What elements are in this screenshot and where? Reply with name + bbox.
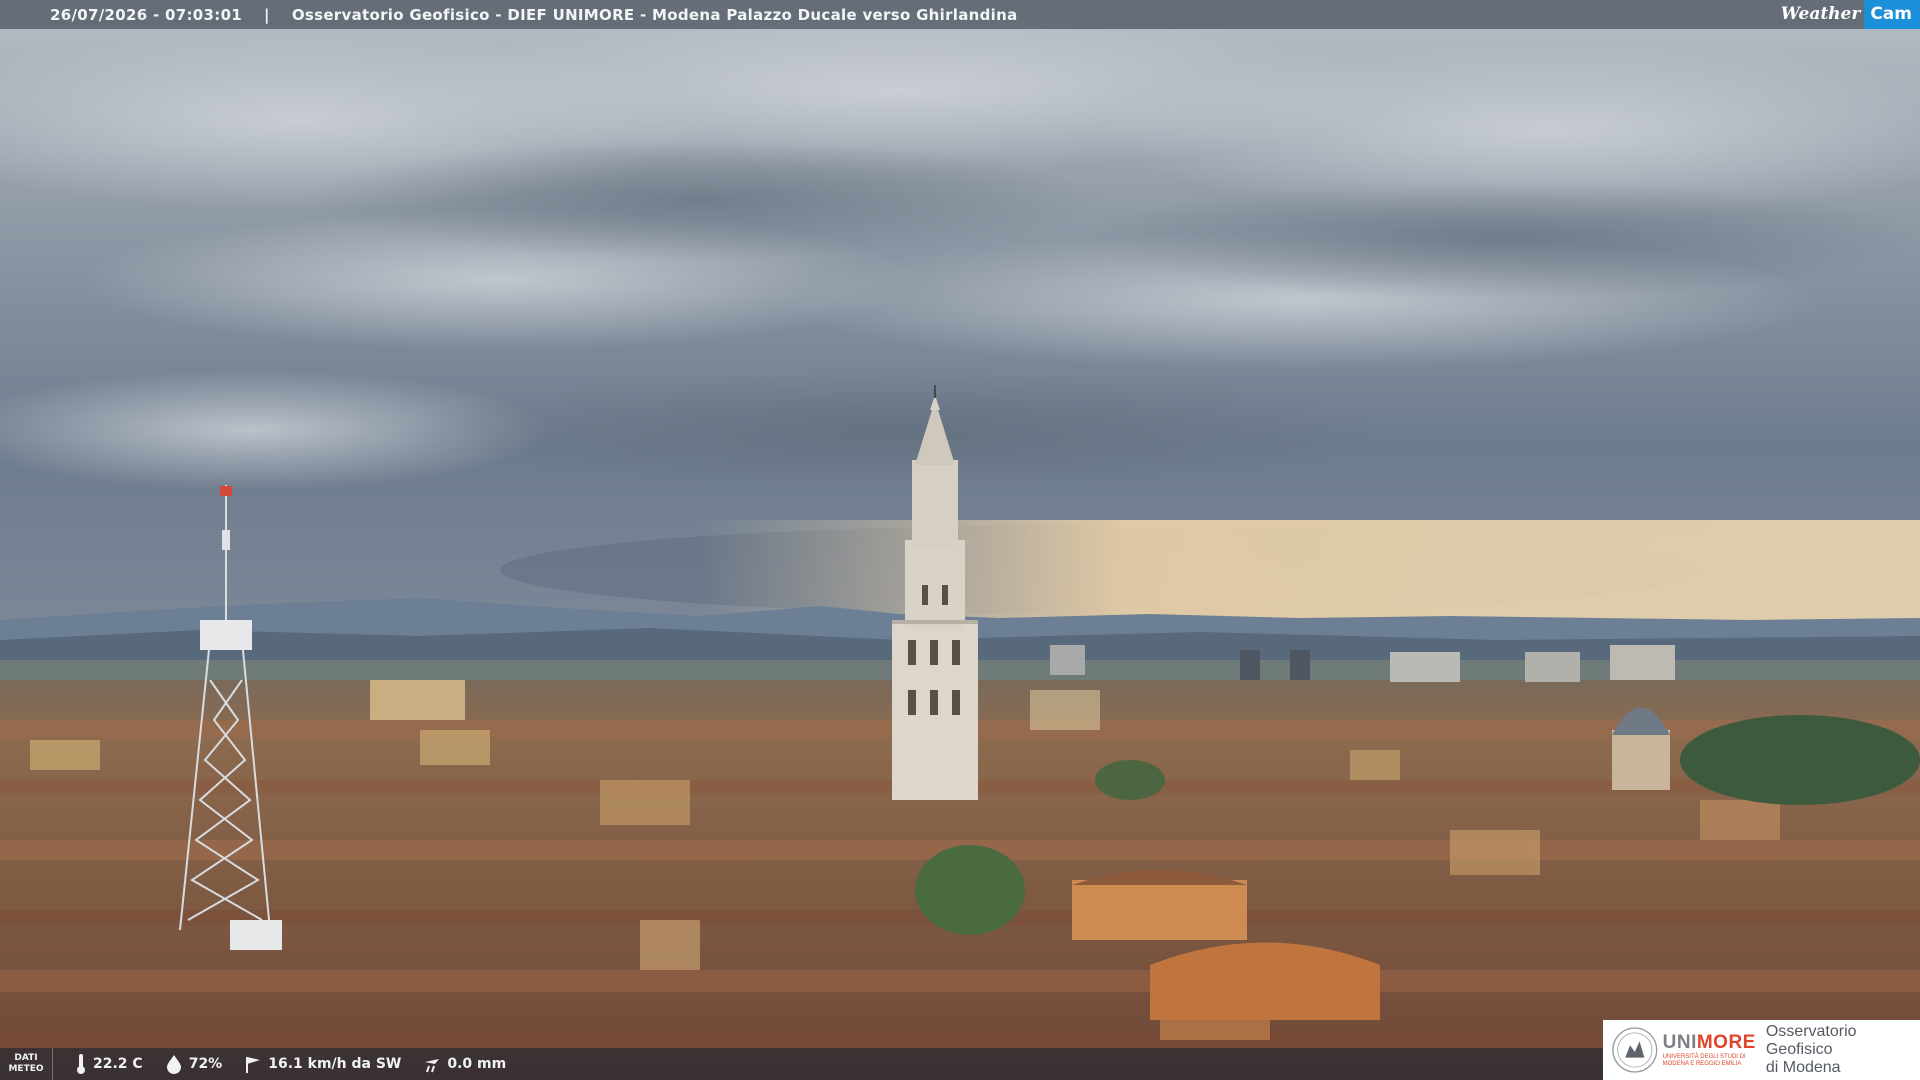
header-separator: | (264, 5, 270, 24)
wind-icon (246, 1057, 261, 1073)
unimore-name-part1: UNI (1662, 1032, 1697, 1053)
temperature-value: 22.2 C (93, 1056, 143, 1072)
meteo-tag: DATI METEO (0, 1048, 53, 1080)
location-title: Osservatorio Geofisico - DIEF UNIMORE - … (291, 5, 1018, 24)
unimore-subtitle-1: UNIVERSITÀ DEGLI STUDI DI (1662, 1054, 1746, 1060)
observatory-name: Osservatorio Geofisico di Modena (1766, 1023, 1920, 1077)
university-seal-icon (1612, 1027, 1658, 1073)
unimore-wordmark: UNIMORE UNIVERSITÀ DEGLI STUDI DI MODENA… (1663, 1032, 1756, 1068)
meteo-tag-line1: DATI (14, 1053, 38, 1063)
brand-part1: Weather (1780, 4, 1861, 24)
rain-reading: 0.0 mm (423, 1054, 506, 1074)
observatory-name-line1: Osservatorio Geofisico (1765, 1023, 1857, 1058)
unimore-subtitle-2: MODENA E REGGIO EMILIA (1662, 1061, 1742, 1067)
temperature-reading: 22.2 C (75, 1053, 143, 1075)
meteo-tag-line2: METEO (8, 1064, 44, 1074)
rain-gauge-icon (425, 1059, 440, 1073)
weathercam-logo: Weather Cam (1773, 0, 1920, 29)
webcam-photo (0, 0, 1920, 1080)
timestamp: 26/07/2026 - 07:03:01 (50, 5, 243, 24)
brand-part2: Cam (1864, 0, 1920, 29)
observatory-name-line2: di Modena (1765, 1059, 1841, 1076)
wind-value: 16.1 km/h da SW (268, 1056, 402, 1072)
thermometer-icon (77, 1054, 85, 1074)
unimore-name: UNIMORE (1663, 1032, 1756, 1054)
humidity-reading: 72% (165, 1054, 223, 1074)
rain-value: 0.0 mm (447, 1056, 507, 1072)
unimore-logo: UNIMORE UNIVERSITÀ DEGLI STUDI DI MODENA… (1603, 1020, 1920, 1080)
humidity-drop-icon (166, 1055, 181, 1074)
humidity-value: 72% (188, 1056, 223, 1072)
header-bar: 26/07/2026 - 07:03:01 | Osservatorio Geo… (0, 0, 1920, 29)
wind-reading: 16.1 km/h da SW (244, 1054, 401, 1074)
unimore-name-part2: MORE (1696, 1032, 1756, 1053)
